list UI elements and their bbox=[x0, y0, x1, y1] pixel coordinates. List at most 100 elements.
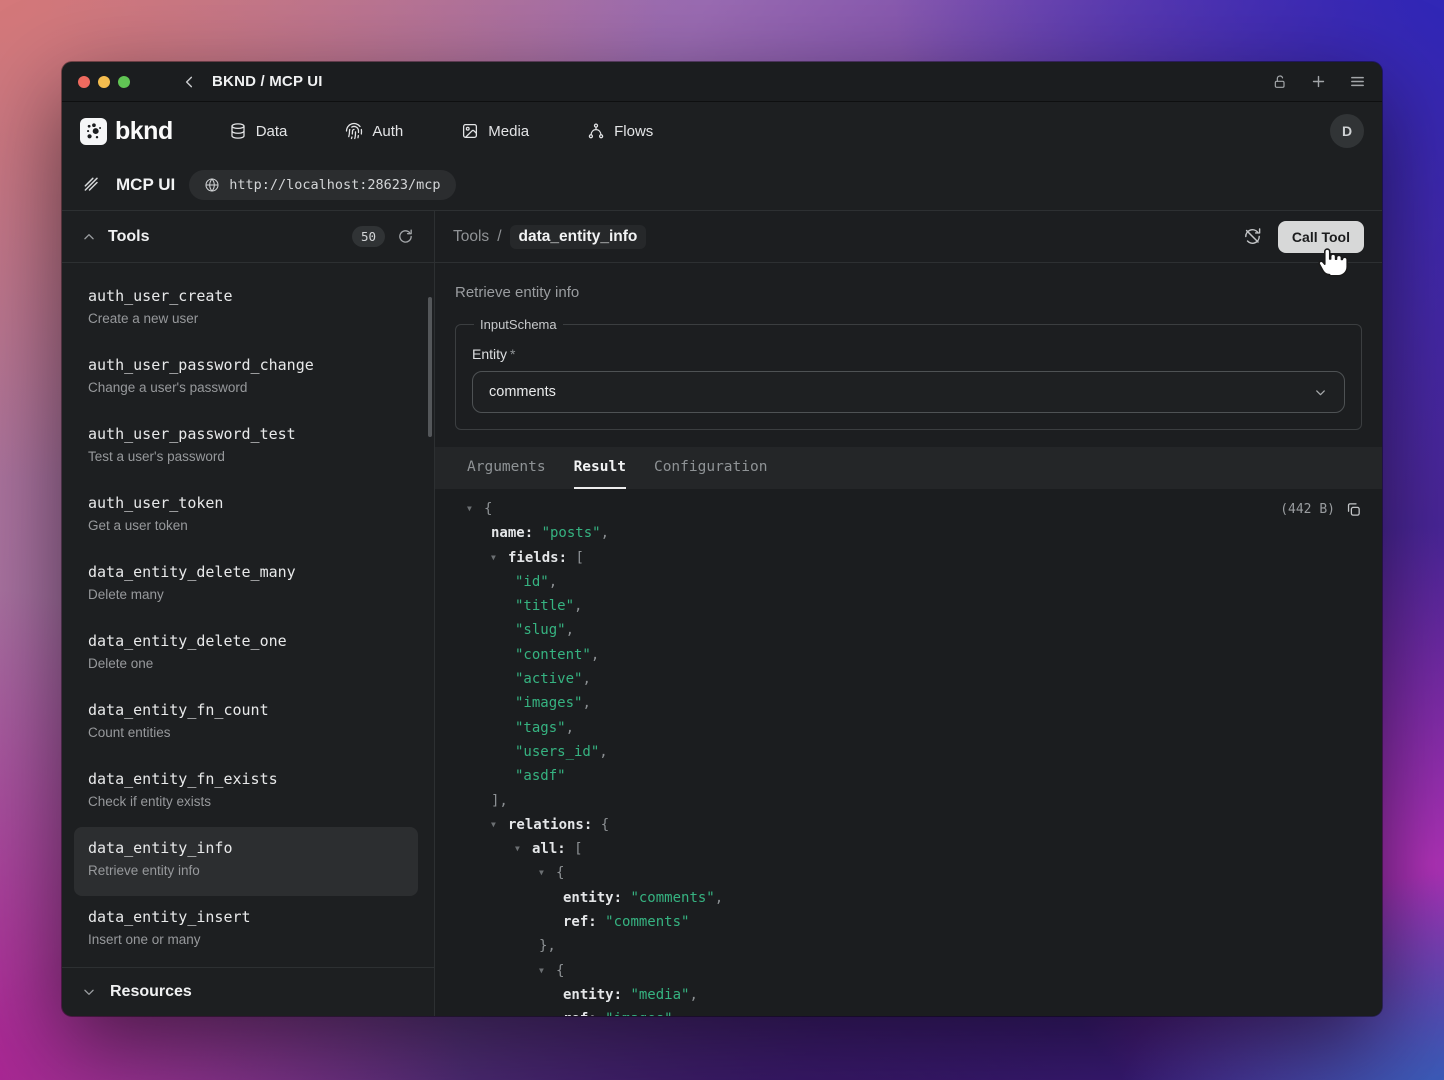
sidebar-tool-auth_user_password_change[interactable]: auth_user_password_changeChange a user's… bbox=[74, 344, 418, 413]
brand[interactable]: bknd bbox=[80, 117, 173, 146]
breadcrumb: Tools / data_entity_info bbox=[453, 225, 646, 249]
json-line: "active", bbox=[435, 667, 1382, 691]
tool-description: Delete one bbox=[88, 655, 404, 672]
result-meta: (442 B) bbox=[1280, 501, 1362, 518]
collapse-toggle-icon[interactable]: ▼ bbox=[515, 837, 532, 861]
flow-icon bbox=[587, 122, 605, 140]
nav-item-auth[interactable]: Auth bbox=[345, 122, 403, 140]
tool-name: auth_user_password_test bbox=[88, 424, 404, 444]
nav-item-media[interactable]: Media bbox=[461, 122, 529, 140]
tool-header: Tools / data_entity_info Call Tool bbox=[435, 211, 1382, 263]
json-line: ▼{ bbox=[435, 497, 1382, 521]
resources-section-label: Resources bbox=[110, 983, 192, 1001]
json-line: ▼relations: { bbox=[435, 813, 1382, 837]
titlebar-actions bbox=[1272, 73, 1366, 90]
tool-name: auth_user_create bbox=[88, 286, 404, 306]
tools-list: auth_user_createCreate a new userauth_us… bbox=[62, 263, 434, 967]
sidebar-tool-data_entity_fn_count[interactable]: data_entity_fn_countCount entities bbox=[74, 689, 418, 758]
tools-count-badge: 50 bbox=[352, 226, 385, 247]
sidebar-tool-data_entity_insert[interactable]: data_entity_insertInsert one or many bbox=[74, 896, 418, 965]
json-line: "users_id", bbox=[435, 740, 1382, 764]
json-line: "title", bbox=[435, 594, 1382, 618]
copy-icon bbox=[1345, 501, 1362, 518]
tool-description: Insert one or many bbox=[88, 931, 404, 948]
nav-item-flows[interactable]: Flows bbox=[587, 122, 653, 140]
entity-select[interactable]: comments bbox=[472, 371, 1345, 413]
window-title: BKND / MCP UI bbox=[212, 73, 323, 90]
globe-icon bbox=[204, 177, 220, 193]
endpoint-url-pill[interactable]: http://localhost:28623/mcp bbox=[189, 170, 455, 200]
sidebar-tool-data_entity_info[interactable]: data_entity_infoRetrieve entity info bbox=[74, 827, 418, 896]
lock-open-icon[interactable] bbox=[1272, 74, 1288, 90]
json-line: "tags", bbox=[435, 716, 1382, 740]
tab-result[interactable]: Result bbox=[574, 447, 626, 489]
sidebar-scrollbar[interactable] bbox=[428, 297, 432, 437]
tool-name: data_entity_fn_count bbox=[88, 700, 404, 720]
avatar[interactable]: D bbox=[1330, 114, 1364, 148]
menu-button[interactable] bbox=[1349, 73, 1366, 90]
tools-section-header[interactable]: Tools 50 bbox=[62, 211, 434, 263]
refresh-tools-button[interactable] bbox=[397, 228, 414, 245]
nav-item-data[interactable]: Data bbox=[229, 122, 288, 140]
sidebar-tool-data_entity_delete_many[interactable]: data_entity_delete_manyDelete many bbox=[74, 551, 418, 620]
plus-icon bbox=[1310, 73, 1327, 90]
required-mark: * bbox=[510, 346, 515, 362]
app-header: bknd Data Auth Media Flows D bbox=[62, 102, 1382, 160]
tool-name: data_entity_delete_many bbox=[88, 562, 404, 582]
zoom-window-button[interactable] bbox=[118, 76, 130, 88]
mcp-toolbar: MCP UI http://localhost:28623/mcp bbox=[62, 160, 1382, 211]
collapse-toggle-icon[interactable]: ▼ bbox=[491, 813, 508, 837]
chevron-down-icon bbox=[82, 985, 96, 999]
nav-item-label: Auth bbox=[372, 123, 403, 140]
chevron-down-icon bbox=[1313, 385, 1328, 400]
tool-name: auth_user_token bbox=[88, 493, 404, 513]
auto-refresh-off-button[interactable] bbox=[1243, 227, 1262, 246]
input-schema-legend: InputSchema bbox=[474, 317, 563, 332]
brand-name: bknd bbox=[115, 117, 173, 146]
collapse-toggle-icon[interactable]: ▼ bbox=[467, 497, 484, 521]
tool-name: data_entity_fn_exists bbox=[88, 769, 404, 789]
sidebar-tool-auth_user_token[interactable]: auth_user_tokenGet a user token bbox=[74, 482, 418, 551]
collapse-toggle-icon[interactable]: ▼ bbox=[539, 861, 556, 885]
chevron-left-icon bbox=[182, 74, 198, 90]
endpoint-url: http://localhost:28623/mcp bbox=[229, 177, 440, 193]
json-line: }, bbox=[435, 934, 1382, 958]
close-window-button[interactable] bbox=[78, 76, 90, 88]
json-line: entity: "media", bbox=[435, 983, 1382, 1007]
chevron-up-icon bbox=[82, 230, 96, 244]
hatch-icon bbox=[82, 175, 102, 195]
json-line: ref: "comments" bbox=[435, 910, 1382, 934]
page-title: MCP UI bbox=[116, 175, 175, 195]
sidebar-tool-data_entity_delete_one[interactable]: data_entity_delete_oneDelete one bbox=[74, 620, 418, 689]
tool-header-actions: Call Tool bbox=[1243, 221, 1364, 253]
new-tab-button[interactable] bbox=[1310, 73, 1327, 90]
resources-section-header[interactable]: Resources bbox=[62, 967, 434, 1016]
tab-configuration[interactable]: Configuration bbox=[654, 447, 768, 489]
breadcrumb-section[interactable]: Tools bbox=[453, 228, 489, 246]
main-nav: Data Auth Media Flows bbox=[229, 122, 654, 140]
json-line: ref: "images" bbox=[435, 1007, 1382, 1016]
content: Tools 50 auth_user_createCreate a new us… bbox=[62, 211, 1382, 1016]
breadcrumb-current: data_entity_info bbox=[510, 225, 647, 249]
collapse-toggle-icon[interactable]: ▼ bbox=[491, 546, 508, 570]
bknd-logo-icon bbox=[80, 118, 107, 145]
image-icon bbox=[461, 122, 479, 140]
json-line: "asdf" bbox=[435, 764, 1382, 788]
copy-result-button[interactable] bbox=[1345, 501, 1362, 518]
collapse-toggle-icon[interactable]: ▼ bbox=[539, 959, 556, 983]
json-line: ▼fields: [ bbox=[435, 546, 1382, 570]
back-button[interactable] bbox=[182, 74, 198, 90]
json-line: entity: "comments", bbox=[435, 886, 1382, 910]
json-line: ▼{ bbox=[435, 959, 1382, 983]
json-line: "content", bbox=[435, 643, 1382, 667]
sidebar: Tools 50 auth_user_createCreate a new us… bbox=[62, 211, 435, 1016]
json-line: name: "posts", bbox=[435, 521, 1382, 545]
nav-item-label: Flows bbox=[614, 123, 653, 140]
call-tool-button[interactable]: Call Tool bbox=[1278, 221, 1364, 253]
minimize-window-button[interactable] bbox=[98, 76, 110, 88]
sidebar-tool-data_entity_fn_exists[interactable]: data_entity_fn_existsCheck if entity exi… bbox=[74, 758, 418, 827]
sidebar-tool-auth_user_create[interactable]: auth_user_createCreate a new user bbox=[74, 275, 418, 344]
sidebar-tool-auth_user_password_test[interactable]: auth_user_password_testTest a user's pas… bbox=[74, 413, 418, 482]
tab-arguments[interactable]: Arguments bbox=[467, 447, 546, 489]
tool-description: Retrieve entity info bbox=[435, 263, 1382, 301]
